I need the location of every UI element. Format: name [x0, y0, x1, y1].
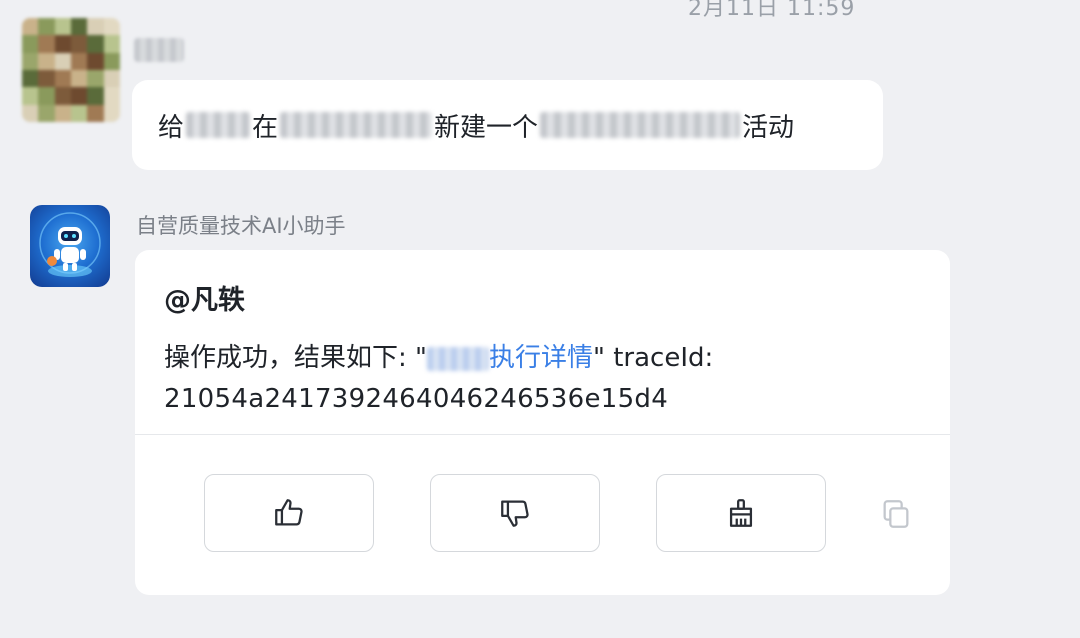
avatar-pixel	[22, 104, 39, 122]
redacted-text	[280, 112, 433, 138]
bot-message-card: @凡轶 操作成功，结果如下: " 执行详情" traceId: 21054a241…	[135, 250, 950, 595]
avatar-pixel	[87, 18, 104, 36]
avatar-pixel	[71, 35, 88, 53]
avatar-pixel	[103, 18, 120, 36]
card-divider	[135, 434, 950, 435]
result-prefix: 操作成功，结果如下: "	[164, 343, 427, 373]
clear-button[interactable]	[656, 474, 826, 552]
avatar-pixel	[87, 87, 104, 105]
timestamp: 2月11日 11:59	[688, 0, 856, 21]
avatar-pixel	[22, 70, 39, 88]
avatar-pixel	[71, 87, 88, 105]
avatar-pixel	[22, 87, 39, 105]
like-button[interactable]	[204, 474, 374, 552]
bot-avatar[interactable]	[30, 205, 110, 287]
result-text: 操作成功，结果如下: " 执行详情" traceId:	[164, 337, 713, 374]
avatar-pixel	[38, 104, 55, 122]
avatar-pixel	[71, 70, 88, 88]
trace-label: " traceId:	[593, 343, 714, 373]
avatar-pixel	[71, 52, 88, 70]
copy-button[interactable]	[879, 497, 913, 531]
avatar-pixel	[71, 104, 88, 122]
avatar-pixel	[103, 52, 120, 70]
avatar-pixel	[54, 87, 71, 105]
avatar-pixel	[54, 52, 71, 70]
avatar-pixel	[103, 35, 120, 53]
user-message-text-4: 活动	[742, 112, 795, 143]
redacted-text	[540, 112, 741, 138]
broom-icon	[729, 499, 753, 527]
avatar-pixel	[87, 70, 104, 88]
avatar-pixel	[87, 35, 104, 53]
user-avatar[interactable]	[22, 18, 120, 122]
avatar-pixel	[87, 104, 104, 122]
thumbs-up-icon	[275, 499, 303, 526]
redacted-text	[186, 112, 251, 138]
avatar-pixel	[54, 35, 71, 53]
mention[interactable]: @凡轶	[164, 278, 245, 317]
bot-name: 自营质量技术AI小助手	[136, 214, 346, 238]
avatar-pixel	[54, 104, 71, 122]
thumbs-down-icon	[501, 500, 529, 527]
avatar-pixel	[22, 18, 39, 36]
avatar-pixel	[22, 52, 39, 70]
avatar-pixel	[103, 70, 120, 88]
user-name-redacted	[134, 38, 184, 62]
avatar-pixel	[38, 87, 55, 105]
avatar-pixel	[38, 52, 55, 70]
avatar-pixel	[38, 70, 55, 88]
trace-id: 21054a2417392464046246536e15d4	[164, 384, 669, 414]
user-message-text-3: 新建一个	[434, 112, 539, 143]
copy-icon	[883, 500, 909, 528]
redacted-link-text[interactable]	[426, 346, 489, 371]
avatar-pixel	[54, 70, 71, 88]
robot-icon	[39, 212, 101, 277]
user-message-text-2: 在	[252, 112, 279, 143]
avatar-pixel	[38, 35, 55, 53]
avatar-pixel	[103, 87, 120, 105]
avatar-pixel	[71, 18, 88, 36]
dislike-button[interactable]	[430, 474, 600, 552]
details-link[interactable]: 执行详情	[489, 343, 593, 373]
avatar-pixel	[22, 35, 39, 53]
avatar-pixel	[103, 104, 120, 122]
user-message-text-1: 给	[158, 112, 185, 143]
avatar-pixel	[87, 52, 104, 70]
user-message-bubble: 给 在 新建一个 活动	[132, 80, 883, 170]
avatar-pixel	[54, 18, 71, 36]
avatar-pixel	[38, 18, 55, 36]
